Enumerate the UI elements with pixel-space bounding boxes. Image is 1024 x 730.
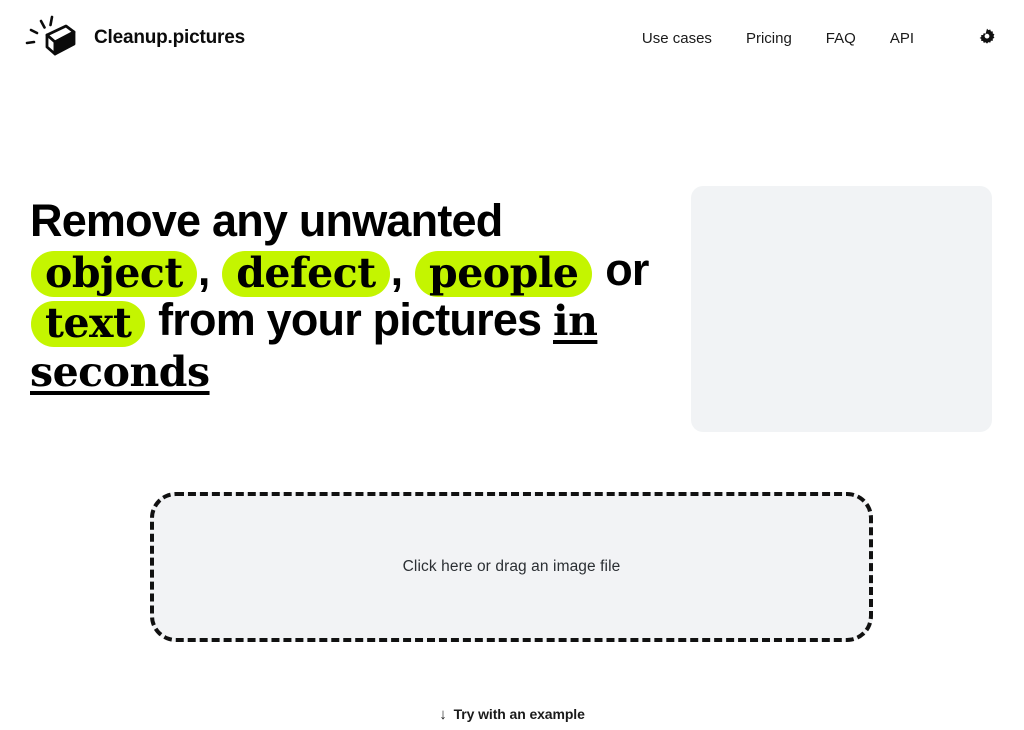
example-row: ↓ Try with an example [0,706,1024,722]
eraser-sparkle-icon [25,15,76,56]
nav-link-pricing[interactable]: Pricing [746,30,792,47]
hero-underlined-in: in [553,297,598,345]
hero-heading: Remove any unwanted object, defect, peop… [30,196,690,397]
hero-highlight-text: text [31,301,146,347]
image-dropzone[interactable]: Click here or drag an image file [150,492,873,642]
hero-underlined-seconds: seconds [30,348,210,396]
arrow-down-icon: ↓ [439,705,447,723]
hero-line-3: from your pictures [158,294,542,345]
try-example-label: Try with an example [453,706,585,722]
gear-icon [979,28,995,44]
try-example-link[interactable]: ↓ Try with an example [439,706,585,722]
settings-button[interactable] [974,25,1000,51]
hero-highlight-defect: defect [222,251,390,297]
main-nav: Use cases Pricing FAQ API [642,25,1000,51]
nav-link-faq[interactable]: FAQ [826,30,856,47]
nav-link-use-cases[interactable]: Use cases [642,30,712,47]
hero-highlight-people: people [415,251,593,297]
site-header: Cleanup.pictures Use cases Pricing FAQ A… [0,0,1024,76]
nav-link-api[interactable]: API [890,30,914,47]
brand-name: Cleanup.pictures [94,27,245,48]
hero-highlight-object: object [31,251,197,297]
dropzone-label: Click here or drag an image file [402,558,621,575]
hero-comma-2: , [390,244,403,295]
hero-line-1: Remove any unwanted [30,195,503,246]
brand-logo[interactable]: Cleanup.pictures [18,13,245,63]
hero-comma-1: , [197,244,210,295]
hero-word-or: or [605,244,649,295]
hero-media-placeholder [691,186,992,432]
